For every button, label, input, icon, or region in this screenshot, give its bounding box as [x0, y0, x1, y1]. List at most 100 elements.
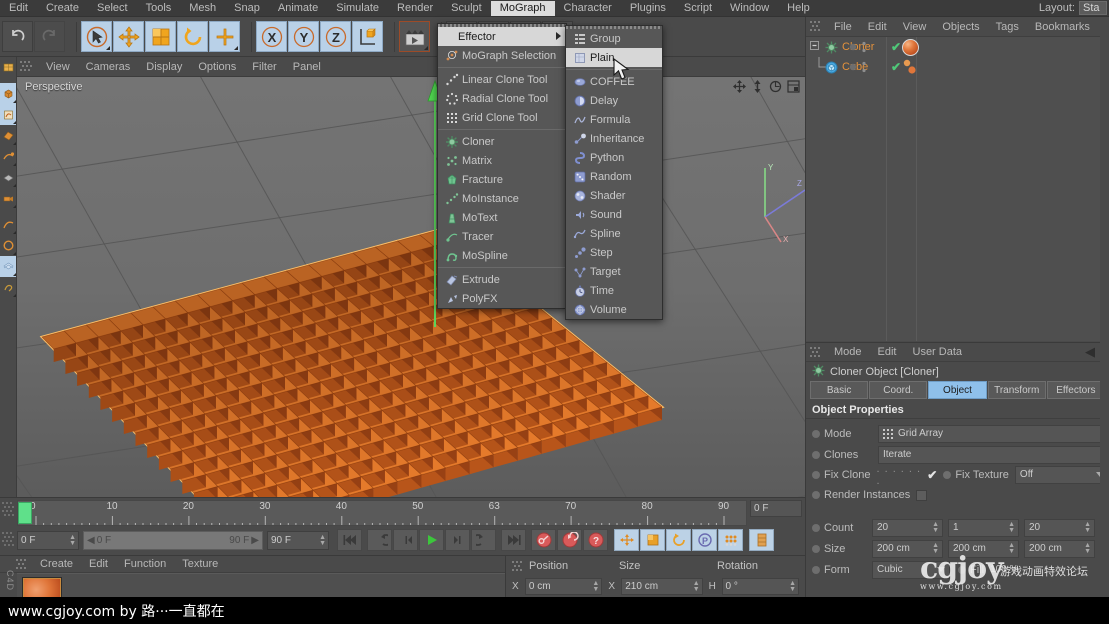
step-back-button[interactable] [393, 529, 418, 551]
menu-item-polyfx[interactable]: PolyFX [438, 289, 566, 308]
keyframe-selection-button[interactable]: ? [583, 529, 608, 551]
viewport-menu-filter[interactable]: Filter [244, 61, 284, 73]
menu-item-effector[interactable]: Effector [438, 27, 566, 46]
autokeying-button[interactable] [557, 529, 582, 551]
count-z-spinner[interactable]: ▲ ▼ [1084, 521, 1091, 534]
menu-tools[interactable]: Tools [137, 1, 181, 16]
timeline-mode-button[interactable] [749, 529, 774, 551]
play-forwards-button[interactable] [471, 529, 496, 551]
menu-edit[interactable]: Edit [0, 1, 37, 16]
object-menu-objects[interactable]: Objects [934, 21, 987, 33]
object-tree[interactable]: Cloner ✔ Cube [806, 37, 1109, 341]
clones-dropdown[interactable]: Iterate [878, 446, 1103, 464]
attribute-menu-user-data[interactable]: User Data [905, 346, 971, 358]
attribute-menu-mode[interactable]: Mode [826, 346, 870, 358]
coord-position-x-spinner[interactable]: ▲ ▼ [592, 580, 599, 593]
count-x-field[interactable]: 20 ▲ ▼ [872, 518, 943, 537]
preview-range-slider[interactable]: ◀ 0 F 90 F ▶ [83, 530, 263, 550]
material-menu-function[interactable]: Function [116, 558, 174, 570]
live-selection-tool-button[interactable] [81, 21, 112, 52]
mode-dropdown[interactable]: Grid Array [878, 425, 1103, 443]
object-menu-edit[interactable]: Edit [860, 21, 895, 33]
menu-item-extrude[interactable]: Extrude [438, 270, 566, 289]
range-left-arrow[interactable]: ◀ [87, 535, 95, 546]
menu-item-mospline[interactable]: MoSpline [438, 246, 566, 265]
menu-select[interactable]: Select [88, 1, 137, 16]
menu-item-cloner[interactable]: Cloner [438, 132, 566, 151]
effector-item-step[interactable]: Step [566, 243, 662, 262]
cube-primitive-icon[interactable] [0, 83, 16, 104]
menu-plugins[interactable]: Plugins [621, 1, 675, 16]
environment-icon[interactable] [0, 167, 16, 188]
timeline-right-field[interactable]: 0 F [750, 500, 802, 517]
effector-item-sound[interactable]: Sound [566, 205, 662, 224]
visibility-dots-cloner[interactable] [848, 40, 882, 54]
form-dropdown[interactable]: Cubic [872, 560, 950, 579]
lock-z-axis-button[interactable]: Z [320, 21, 351, 52]
object-menu-view[interactable]: View [895, 21, 935, 33]
key-point-level-button[interactable] [718, 529, 743, 551]
lock-y-axis-button[interactable]: Y [288, 21, 319, 52]
play-backwards-button[interactable] [367, 529, 392, 551]
go-to-end-button[interactable] [501, 529, 526, 551]
menu-item-moinstance[interactable]: MoInstance [438, 189, 566, 208]
render-view-button[interactable] [399, 21, 430, 52]
menu-item-grid-clone-tool[interactable]: Grid Clone Tool [438, 108, 566, 127]
key-position-button[interactable] [614, 529, 639, 551]
effector-item-formula[interactable]: Formula [566, 110, 662, 129]
layout-value[interactable]: Sta [1079, 1, 1107, 15]
size-z-field[interactable]: 200 cm ▲ ▼ [1024, 539, 1095, 558]
menu-item-matrix[interactable]: Matrix [438, 151, 566, 170]
menu-animate[interactable]: Animate [269, 1, 327, 16]
scale-tool-button[interactable] [145, 21, 176, 52]
object-menu-tags[interactable]: Tags [988, 21, 1027, 33]
expand-toggle-icon[interactable] [806, 40, 824, 54]
range-right-arrow[interactable]: ▶ [251, 535, 259, 546]
record-keyframe-button[interactable] [531, 529, 556, 551]
effector-item-time[interactable]: Time [566, 281, 662, 300]
size-x-spinner[interactable]: ▲ ▼ [932, 542, 939, 555]
material-menu-edit[interactable]: Edit [81, 558, 116, 570]
effector-item-delay[interactable]: Delay [566, 91, 662, 110]
enabled-check-cloner[interactable]: ✔ [891, 40, 901, 54]
rotate-tool-button[interactable] [177, 21, 208, 52]
count-z-field[interactable]: 20 ▲ ▼ [1024, 518, 1095, 537]
visibility-dots-cube[interactable] [848, 60, 882, 74]
material-menu-create[interactable]: Create [32, 558, 81, 570]
material-menu-texture[interactable]: Texture [174, 558, 226, 570]
undo-button[interactable] [2, 21, 33, 52]
object-manager-grip-icon[interactable] [810, 21, 822, 32]
size-y-field[interactable]: 200 cm ▲ ▼ [948, 539, 1019, 558]
menu-script[interactable]: Script [675, 1, 721, 16]
tab-object[interactable]: Object [928, 381, 987, 399]
effector-item-group[interactable]: Group [566, 29, 662, 48]
size-x-field[interactable]: 200 cm ▲ ▼ [872, 539, 943, 558]
redo-button[interactable] [34, 21, 65, 52]
layout-selector[interactable]: Layout: Sta [1039, 1, 1109, 15]
move-icon[interactable] [733, 80, 746, 93]
scale-icon[interactable] [751, 80, 764, 93]
spline-pen-icon[interactable] [0, 104, 16, 125]
menu-item-linear-clone-tool[interactable]: Linear Clone Tool [438, 70, 566, 89]
menu-item-fracture[interactable]: Fracture [438, 170, 566, 189]
coord-size-x-spinner[interactable]: ▲ ▼ [693, 580, 700, 593]
menu-item-radial-clone-tool[interactable]: Radial Clone Tool [438, 89, 566, 108]
table-row[interactable]: Cube ✔ [806, 57, 1109, 77]
menu-item-motext[interactable]: MoText [438, 208, 566, 227]
play-button[interactable] [419, 529, 444, 551]
object-menu-file[interactable]: File [826, 21, 860, 33]
coord-position-x-field[interactable]: 0 cm ▲ ▼ [524, 578, 603, 595]
size-y-spinner[interactable]: ▲ ▼ [1008, 542, 1015, 555]
key-parameter-button[interactable]: P [692, 529, 717, 551]
count-y-field[interactable]: 1 ▲ ▼ [948, 518, 1019, 537]
coord-rotation-h-field[interactable]: 0 ° ▲ ▼ [721, 578, 799, 595]
viewport-menu-options[interactable]: Options [190, 61, 244, 73]
current-frame-spinner[interactable]: ▲ ▼ [69, 534, 76, 547]
viewport-menu-display[interactable]: Display [138, 61, 190, 73]
count-x-spinner[interactable]: ▲ ▼ [932, 521, 939, 534]
viewport-menu-view[interactable]: View [38, 61, 78, 73]
count-y-spinner[interactable]: ▲ ▼ [1008, 521, 1015, 534]
step-forward-button[interactable] [445, 529, 470, 551]
menu-character[interactable]: Character [555, 1, 621, 16]
timeline-grip-icon[interactable] [2, 500, 14, 552]
